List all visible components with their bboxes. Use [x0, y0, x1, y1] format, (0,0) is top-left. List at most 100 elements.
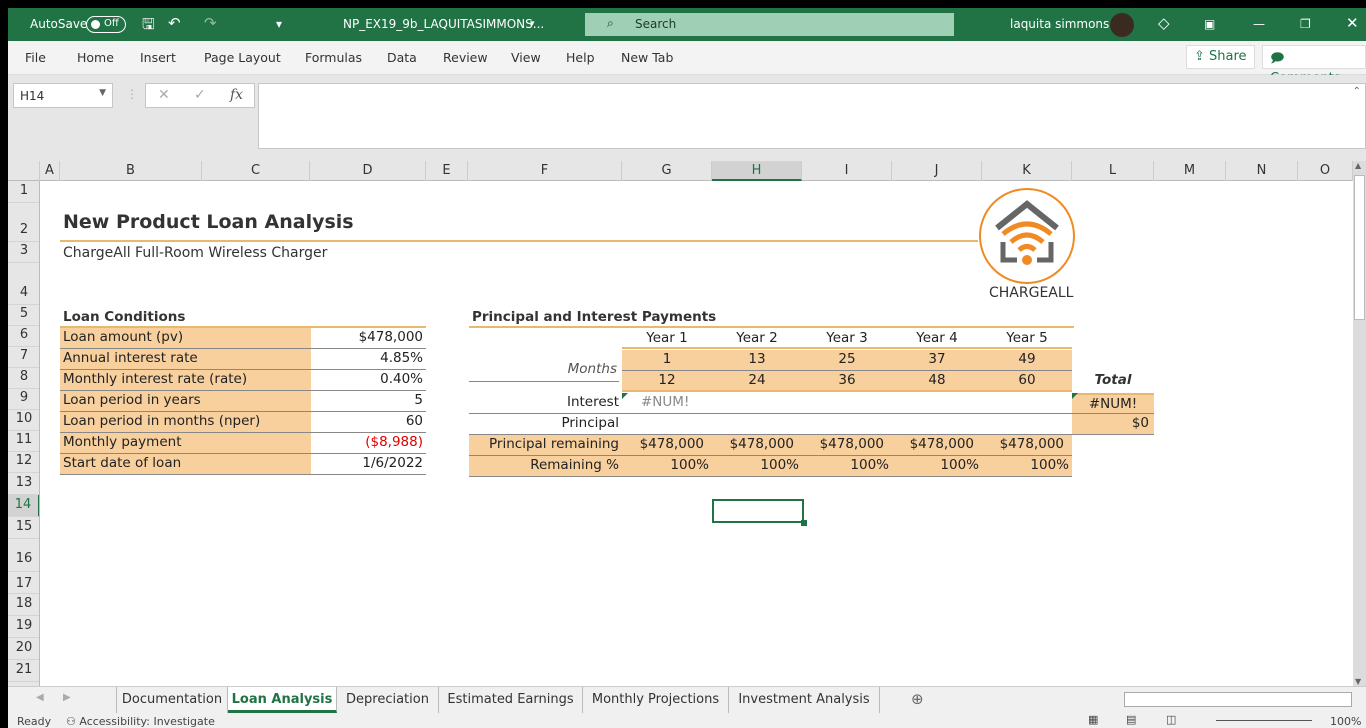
- loan-value[interactable]: $478,000: [311, 328, 426, 349]
- loan-value[interactable]: 4.85%: [311, 349, 426, 370]
- start-month[interactable]: 49: [982, 350, 1072, 371]
- scroll-up-icon[interactable]: ▲: [1355, 161, 1361, 170]
- end-month[interactable]: 48: [892, 371, 982, 392]
- tab-home[interactable]: Home: [77, 50, 114, 65]
- close-icon[interactable]: ✕: [1346, 14, 1359, 32]
- end-month[interactable]: 60: [982, 371, 1072, 392]
- col-j[interactable]: J: [892, 161, 982, 181]
- customize-icon[interactable]: ▾: [276, 17, 282, 31]
- row-17[interactable]: 17: [8, 572, 39, 594]
- row-10[interactable]: 10: [8, 410, 39, 431]
- principal-cell[interactable]: [892, 414, 982, 435]
- search-box[interactable]: ⌕ Search: [585, 13, 954, 36]
- col-b[interactable]: B: [60, 161, 202, 181]
- col-c[interactable]: C: [202, 161, 310, 181]
- save-icon[interactable]: 🖫: [142, 14, 155, 39]
- row-19[interactable]: 19: [8, 616, 39, 638]
- diamond-icon[interactable]: ◇: [1158, 14, 1170, 32]
- interest-cell[interactable]: [982, 393, 1072, 414]
- end-month[interactable]: 12: [622, 371, 712, 392]
- principal-cell[interactable]: [622, 414, 712, 435]
- row-3[interactable]: 3: [8, 242, 39, 263]
- row-6[interactable]: 6: [8, 326, 39, 347]
- tab-file[interactable]: File: [25, 50, 46, 65]
- interest-cell[interactable]: [802, 393, 892, 414]
- row-20[interactable]: 20: [8, 638, 39, 660]
- share-button[interactable]: ⇪ Share: [1186, 45, 1255, 69]
- file-name[interactable]: NP_EX19_9b_LAQUITASIMMONS...: [343, 17, 544, 31]
- col-k[interactable]: K: [982, 161, 1072, 181]
- accessibility-status[interactable]: ⚇ Accessibility: Investigate: [66, 715, 215, 728]
- row-9[interactable]: 9: [8, 389, 39, 410]
- add-sheet-icon[interactable]: ⊕: [911, 690, 924, 708]
- autosave-toggle[interactable]: Off: [86, 16, 126, 33]
- col-f[interactable]: F: [468, 161, 622, 181]
- page-break-icon[interactable]: ◫: [1166, 713, 1176, 726]
- normal-view-icon[interactable]: ▦: [1088, 713, 1098, 726]
- start-month[interactable]: 37: [892, 350, 982, 371]
- tab-page-layout[interactable]: Page Layout: [204, 50, 281, 65]
- interest-total[interactable]: #NUM!: [1072, 393, 1154, 414]
- remaining-cell[interactable]: $478,000: [802, 435, 892, 456]
- end-month[interactable]: 36: [802, 371, 892, 392]
- pct-cell[interactable]: 100%: [982, 456, 1072, 477]
- loan-value[interactable]: 1/6/2022: [311, 454, 426, 475]
- pct-cell[interactable]: 100%: [892, 456, 982, 477]
- collapse-icon[interactable]: ⌃: [1353, 86, 1361, 97]
- end-month[interactable]: 24: [712, 371, 802, 392]
- row-8[interactable]: 8: [8, 368, 39, 389]
- redo-icon[interactable]: ↷: [204, 14, 217, 32]
- horizontal-scrollbar[interactable]: [1124, 692, 1352, 707]
- row-2[interactable]: 2: [8, 203, 39, 242]
- col-o[interactable]: O: [1298, 161, 1353, 181]
- col-d[interactable]: D: [310, 161, 426, 181]
- interest-error[interactable]: #NUM!: [641, 394, 689, 410]
- tab-data[interactable]: Data: [387, 50, 417, 65]
- error-indicator-icon[interactable]: [622, 393, 628, 399]
- loan-value[interactable]: ($8,988): [311, 433, 426, 454]
- error-indicator-icon[interactable]: [1072, 393, 1078, 399]
- row-4[interactable]: 4: [8, 263, 39, 305]
- row-13[interactable]: 13: [8, 473, 39, 495]
- principal-cell[interactable]: [712, 414, 802, 435]
- pct-cell[interactable]: 100%: [802, 456, 892, 477]
- row-16[interactable]: 16: [8, 539, 39, 572]
- row-18[interactable]: 18: [8, 594, 39, 616]
- interest-cell[interactable]: [712, 393, 802, 414]
- tab-insert[interactable]: Insert: [140, 50, 176, 65]
- start-month[interactable]: 1: [622, 350, 712, 371]
- principal-total[interactable]: $0: [1072, 414, 1154, 435]
- col-g[interactable]: G: [622, 161, 712, 181]
- row-7[interactable]: 7: [8, 347, 39, 368]
- tab-documentation[interactable]: Documentation: [116, 687, 228, 713]
- col-a[interactable]: A: [40, 161, 60, 181]
- scroll-thumb[interactable]: [1354, 175, 1365, 320]
- start-month[interactable]: 13: [712, 350, 802, 371]
- zoom-level[interactable]: 100%: [1330, 715, 1361, 728]
- principal-cell[interactable]: [802, 414, 892, 435]
- remaining-cell[interactable]: $478,000: [712, 435, 802, 456]
- row-12[interactable]: 12: [8, 452, 39, 473]
- pct-cell[interactable]: 100%: [712, 456, 802, 477]
- active-cell-h14[interactable]: [712, 499, 804, 523]
- avatar[interactable]: [1110, 13, 1134, 37]
- row-14[interactable]: 14: [8, 495, 39, 517]
- col-i[interactable]: I: [802, 161, 892, 181]
- undo-icon[interactable]: ↶: [168, 14, 181, 32]
- start-month[interactable]: 25: [802, 350, 892, 371]
- comments-button[interactable]: 🗩 Comments: [1262, 45, 1366, 86]
- vertical-scrollbar[interactable]: ▲ ▼: [1353, 161, 1366, 686]
- row-1[interactable]: 1: [8, 181, 39, 203]
- next-sheet-icon[interactable]: ▶: [63, 692, 71, 703]
- fx-icon[interactable]: fx: [230, 87, 243, 103]
- prev-sheet-icon[interactable]: ◀: [36, 692, 44, 703]
- loan-value[interactable]: 60: [311, 412, 426, 433]
- col-n[interactable]: N: [1226, 161, 1298, 181]
- row-5[interactable]: 5: [8, 305, 39, 326]
- col-l[interactable]: L: [1072, 161, 1154, 181]
- tab-depreciation[interactable]: Depreciation: [337, 687, 439, 713]
- tab-monthly-projections[interactable]: Monthly Projections: [583, 687, 729, 713]
- remaining-cell[interactable]: $478,000: [892, 435, 982, 456]
- loan-value[interactable]: 5: [311, 391, 426, 412]
- interest-cell[interactable]: [892, 393, 982, 414]
